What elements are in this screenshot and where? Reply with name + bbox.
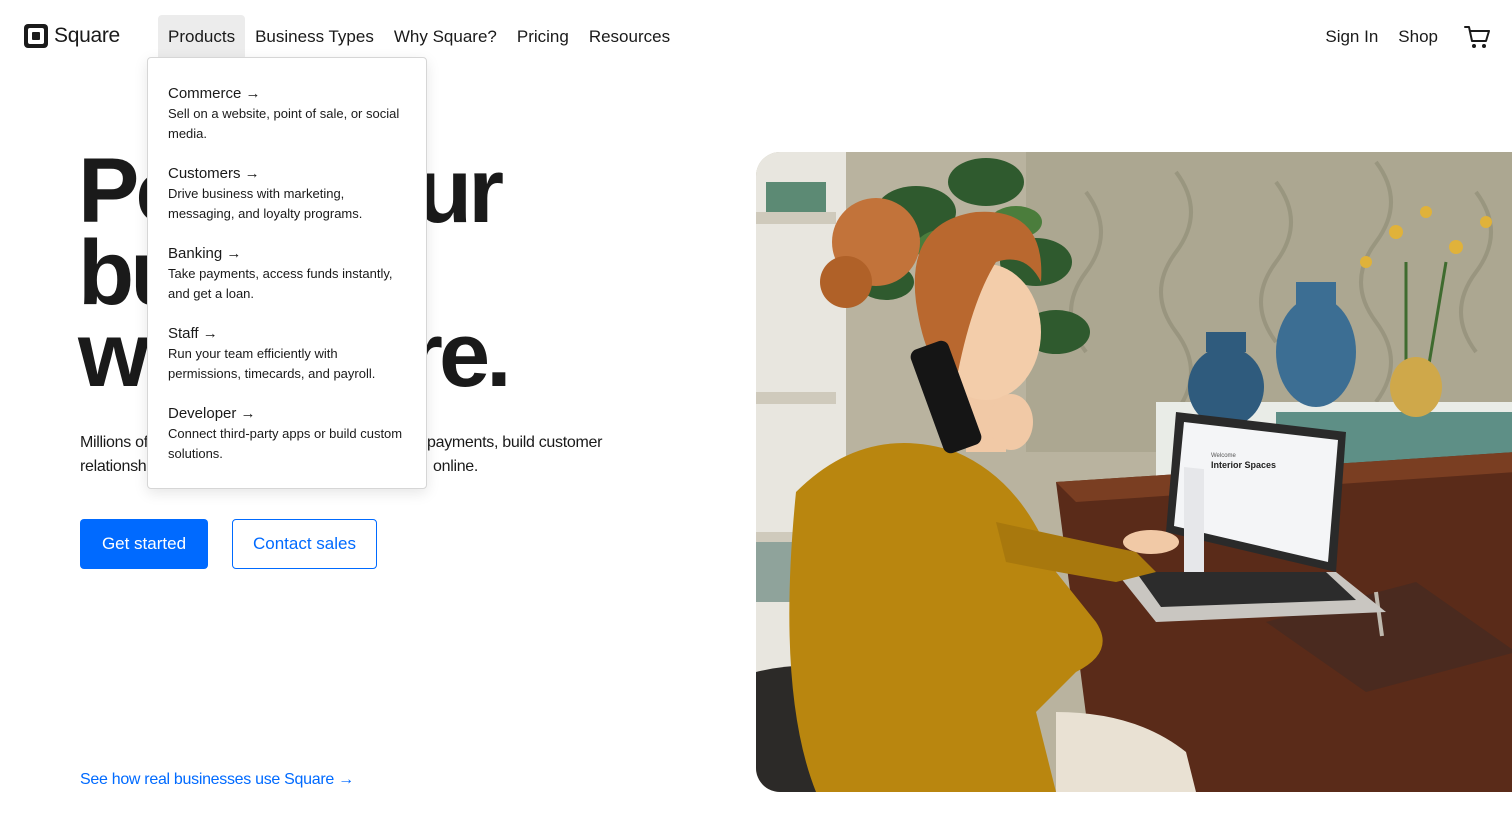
nav-products[interactable]: Products (158, 15, 246, 58)
hero-image: Welcome Interior Spaces (756, 152, 1512, 792)
cart-icon (1464, 25, 1490, 48)
menu-item-banking[interactable]: Banking → Take payments, access funds in… (168, 244, 406, 324)
menu-item-title: Staff → (168, 325, 218, 342)
menu-item-customers[interactable]: Customers → Drive business with marketin… (168, 164, 406, 244)
nav-resources[interactable]: Resources (579, 15, 680, 58)
nav-why-square[interactable]: Why Square? (384, 15, 507, 58)
menu-item-title: Commerce → (168, 85, 261, 102)
square-logo-icon (24, 24, 48, 48)
contact-sales-button[interactable]: Contact sales (232, 519, 377, 569)
square-logo[interactable]: Square (24, 24, 120, 48)
menu-item-description: Run your team efficiently with permissio… (168, 346, 376, 381)
nav-pricing[interactable]: Pricing (507, 15, 579, 58)
laptop-screen-heading: Interior Spaces (1211, 460, 1276, 470)
laptop-screen-welcome: Welcome (1211, 453, 1237, 459)
menu-item-title: Developer → (168, 405, 256, 422)
cart-button[interactable] (1456, 15, 1490, 58)
nav-business-types[interactable]: Business Types (245, 15, 384, 58)
hero-title-fragment: ur (416, 140, 504, 242)
sign-in-link[interactable]: Sign In (1315, 15, 1388, 58)
menu-item-staff[interactable]: Staff → Run your team efficiently with p… (168, 324, 406, 404)
hero-subtitle-fragment: Millions of (80, 434, 148, 451)
menu-item-description: Drive business with marketing, messaging… (168, 186, 363, 221)
brand-name: Square (54, 24, 120, 47)
main-nav: Products Business Types Why Square? Pric… (158, 15, 680, 58)
menu-item-description: Connect third-party apps or build custom… (168, 426, 403, 461)
menu-item-description: Sell on a website, point of sale, or soc… (168, 106, 400, 141)
see-how-businesses-link[interactable]: See how real businesses use Square → (80, 771, 354, 789)
products-dropdown: Commerce → Sell on a website, point of s… (147, 57, 427, 489)
get-started-button[interactable]: Get started (80, 519, 208, 569)
menu-item-description: Take payments, access funds instantly, a… (168, 266, 393, 301)
menu-item-title: Banking → (168, 245, 242, 262)
menu-item-developer[interactable]: Developer → Connect third-party apps or … (168, 404, 406, 484)
shop-link[interactable]: Shop (1388, 15, 1448, 58)
header-actions: Sign In Shop (1315, 15, 1490, 58)
hero-subtitle-fragment: payments, build customer (427, 434, 603, 451)
page: Square Products Business Types Why Squar… (0, 0, 1512, 814)
hero-title-fragment: w (78, 304, 150, 406)
hero-photo-illustration: Welcome Interior Spaces (756, 152, 1512, 792)
menu-item-commerce[interactable]: Commerce → Sell on a website, point of s… (168, 84, 406, 164)
hero-subtitle-fragment: online. (433, 458, 479, 475)
menu-item-title: Customers → (168, 165, 260, 182)
hero-subtitle-fragment: relationsh (80, 458, 147, 475)
